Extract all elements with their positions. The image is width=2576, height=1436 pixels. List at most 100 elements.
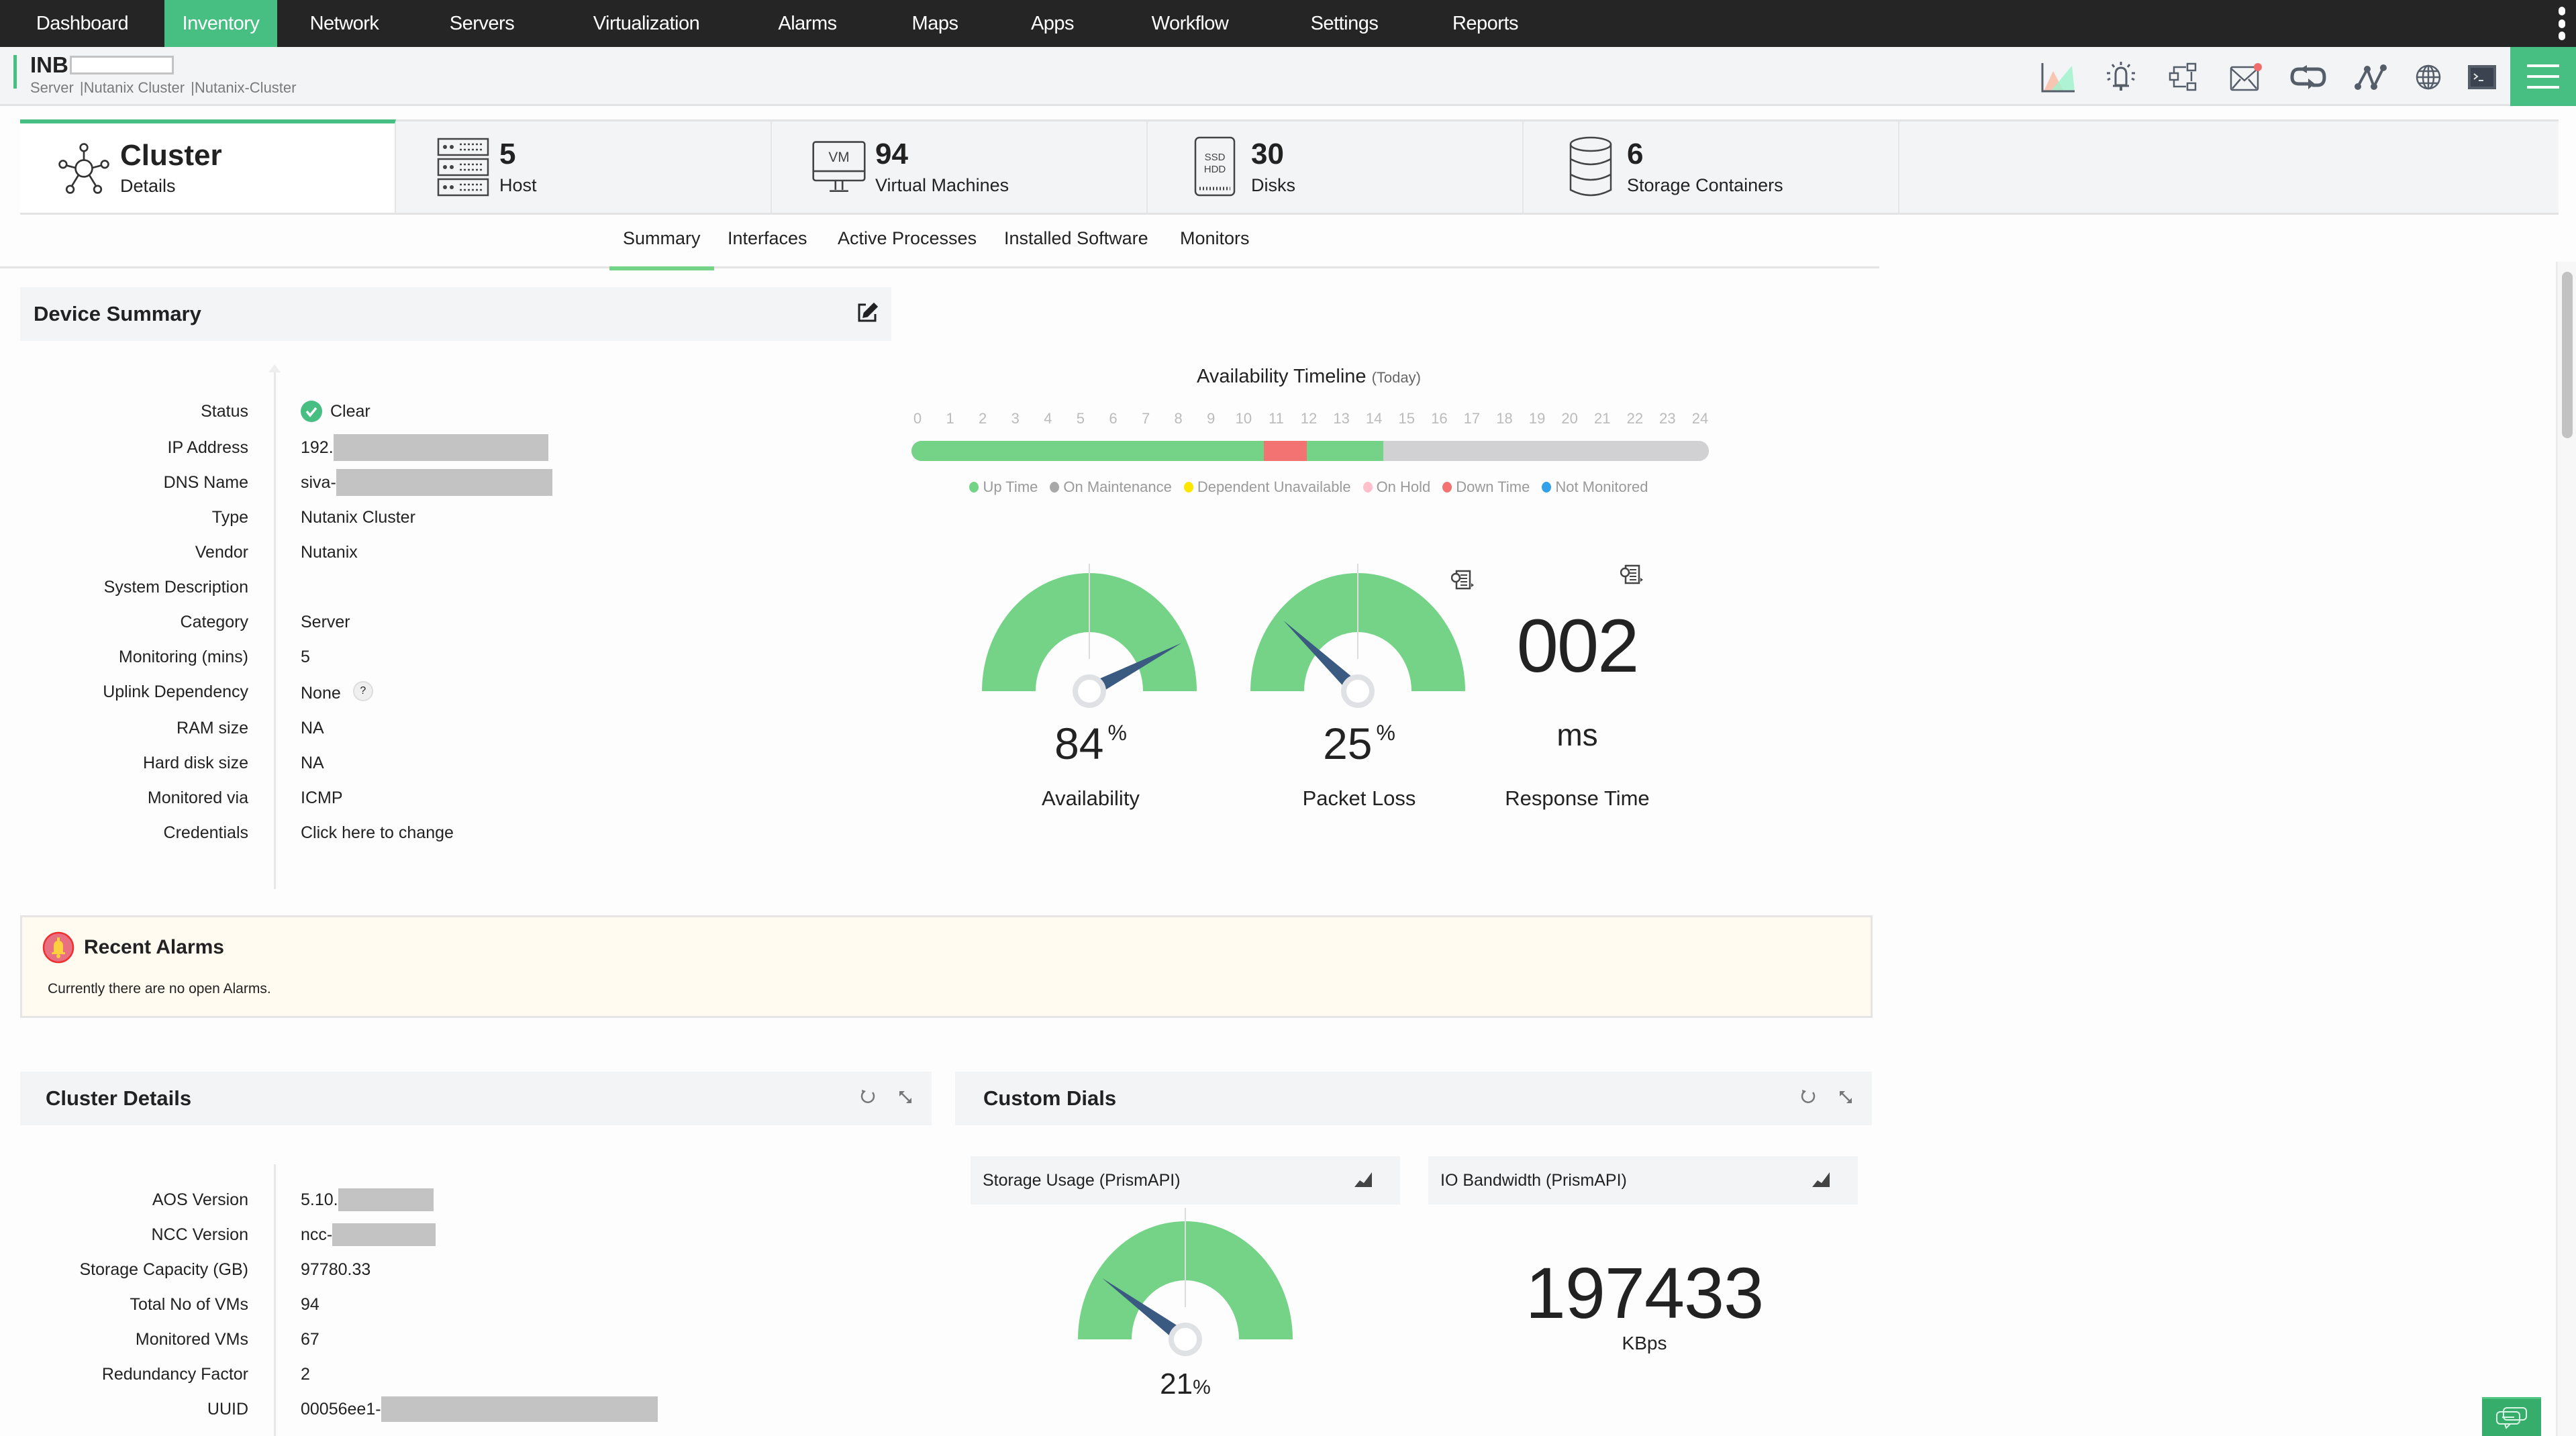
storage-usage-header: Storage Usage (PrismAPI) — [971, 1156, 1400, 1204]
card-virtual-machines[interactable]: VM 94 Virtual Machines — [772, 121, 1148, 213]
timeline-segment-down[interactable] — [1263, 441, 1307, 461]
hour-tick: 12 — [1300, 410, 1318, 427]
summary-row-type: Type Nutanix Cluster — [0, 504, 671, 531]
response-time-report-icon[interactable] — [1620, 564, 1644, 589]
vm-monitor-icon: VM — [812, 137, 866, 197]
cluster-details-title: Cluster Details — [46, 1086, 192, 1110]
legend-item: On Hold — [1363, 478, 1430, 496]
monitored-vms-value: 67 — [301, 1329, 319, 1349]
hour-tick: 10 — [1235, 410, 1252, 427]
device-summary-title: Device Summary — [34, 302, 201, 325]
hour-tick: 6 — [1109, 410, 1118, 427]
nav-reports[interactable]: Reports — [1418, 0, 1552, 47]
legend-dot — [1442, 482, 1452, 493]
hour-tick: 13 — [1333, 410, 1350, 427]
redundancy-factor-value: 2 — [301, 1364, 310, 1384]
cluster-row-total-vms: Total No of VMs 94 — [0, 1291, 671, 1318]
redacted-ncc — [332, 1223, 436, 1246]
hour-tick: 14 — [1365, 410, 1383, 427]
timeline-bar[interactable] — [911, 441, 1709, 461]
storage-container-count: 6 — [1627, 138, 1644, 171]
legend-label: Down Time — [1456, 478, 1530, 495]
nav-maps[interactable]: Maps — [875, 0, 995, 47]
collapse-arrow-icon[interactable] — [268, 364, 281, 372]
nav-settings[interactable]: Settings — [1271, 0, 1418, 47]
hamburger-menu-icon[interactable] — [2510, 47, 2576, 106]
nav-virtualization[interactable]: Virtualization — [552, 0, 740, 47]
timeline-segment-none[interactable] — [1383, 441, 1709, 461]
topology-icon[interactable] — [2339, 60, 2401, 94]
hour-tick: 3 — [1011, 410, 1020, 427]
availability-subtitle: (Today) — [1371, 369, 1421, 386]
tab-monitors[interactable]: Monitors — [1180, 228, 1250, 268]
vendor-value: Nutanix — [301, 542, 358, 562]
hour-tick: 7 — [1141, 410, 1150, 427]
card-disks[interactable]: SSD HDD 30 Disks — [1148, 121, 1524, 213]
legend-label: On Maintenance — [1063, 478, 1172, 495]
availability-gauge-hub — [1073, 674, 1106, 708]
cluster-details-header: Cluster Details — [20, 1072, 932, 1125]
terminal-icon[interactable] — [2455, 60, 2509, 94]
row-key: Redundancy Factor — [101, 1364, 248, 1384]
more-options-icon[interactable] — [2557, 7, 2567, 40]
alarm-bell-icon[interactable] — [2089, 60, 2152, 94]
packet-loss-report-icon[interactable] — [1450, 570, 1475, 595]
availability-gauge-label: Availability — [1042, 786, 1140, 810]
breadcrumb-type[interactable]: |Nutanix Cluster — [80, 79, 185, 96]
refresh-icon[interactable] — [1799, 1088, 1817, 1109]
card-storage-containers[interactable]: 6 Storage Containers — [1524, 121, 1899, 213]
row-key: UUID — [207, 1399, 248, 1419]
nav-workflow[interactable]: Workflow — [1109, 0, 1271, 47]
edit-icon[interactable] — [856, 302, 879, 327]
card-hosts[interactable]: 5 Host — [396, 121, 772, 213]
graph-icon[interactable] — [1811, 1171, 1831, 1192]
nav-apps[interactable]: Apps — [995, 0, 1109, 47]
area-chart-icon[interactable] — [2027, 60, 2089, 94]
nav-alarms[interactable]: Alarms — [740, 0, 875, 47]
response-time-value: 002 — [1516, 604, 1640, 688]
help-icon[interactable]: ? — [352, 680, 373, 701]
credentials-link[interactable]: Click here to change — [301, 823, 454, 843]
nav-dashboard[interactable]: Dashboard — [0, 0, 164, 47]
sync-icon[interactable] — [2277, 60, 2339, 94]
legend-item: On Maintenance — [1050, 478, 1172, 496]
recent-alarms-panel: Recent Alarms Currently there are no ope… — [20, 915, 1873, 1018]
workflow-icon[interactable] — [2152, 60, 2214, 94]
cluster-row-ncc: NCC Version ncc- — [0, 1221, 671, 1248]
summary-row-status: Status Clear — [0, 398, 671, 425]
tab-summary[interactable]: Summary — [609, 228, 713, 270]
redacted-device-name — [69, 56, 174, 74]
page-scrollbar[interactable] — [2556, 262, 2576, 1436]
mail-icon[interactable] — [2214, 60, 2277, 94]
tab-installed-software[interactable]: Installed Software — [1004, 228, 1148, 268]
hour-tick: 17 — [1463, 410, 1481, 427]
expand-icon[interactable] — [898, 1090, 913, 1108]
row-key: RAM size — [177, 718, 248, 737]
timeline-segment-up[interactable] — [911, 441, 1264, 461]
storage-container-label: Storage Containers — [1627, 174, 1783, 195]
chat-icon[interactable] — [2482, 1397, 2541, 1436]
card-cluster-details[interactable]: Cluster Details — [20, 119, 396, 213]
uplink-dependency-value[interactable]: None — [301, 684, 341, 703]
tab-interfaces[interactable]: Interfaces — [728, 228, 807, 268]
row-key: Category — [180, 612, 248, 631]
svg-text:HDD: HDD — [1204, 164, 1226, 175]
graph-icon[interactable] — [1353, 1171, 1373, 1192]
hour-tick: 2 — [979, 410, 987, 427]
nav-inventory[interactable]: Inventory — [164, 0, 277, 47]
nav-network[interactable]: Network — [277, 0, 411, 47]
summary-row-credentials: Credentials Click here to change — [0, 819, 671, 846]
globe-icon[interactable] — [2401, 60, 2455, 94]
legend-item: Up Time — [969, 478, 1038, 496]
timeline-segment-up[interactable] — [1307, 441, 1383, 461]
scrollbar-thumb[interactable] — [2562, 272, 2573, 438]
hour-tick: 5 — [1076, 410, 1085, 427]
hour-tick: 16 — [1431, 410, 1448, 427]
breadcrumb-category[interactable]: Server — [30, 79, 74, 96]
breadcrumb-template[interactable]: |Nutanix-Cluster — [191, 79, 296, 96]
refresh-icon[interactable] — [859, 1088, 877, 1109]
summary-row-vendor: Vendor Nutanix — [0, 539, 671, 566]
tab-active-processes[interactable]: Active Processes — [838, 228, 977, 268]
expand-icon[interactable] — [1838, 1090, 1853, 1108]
nav-servers[interactable]: Servers — [411, 0, 552, 47]
